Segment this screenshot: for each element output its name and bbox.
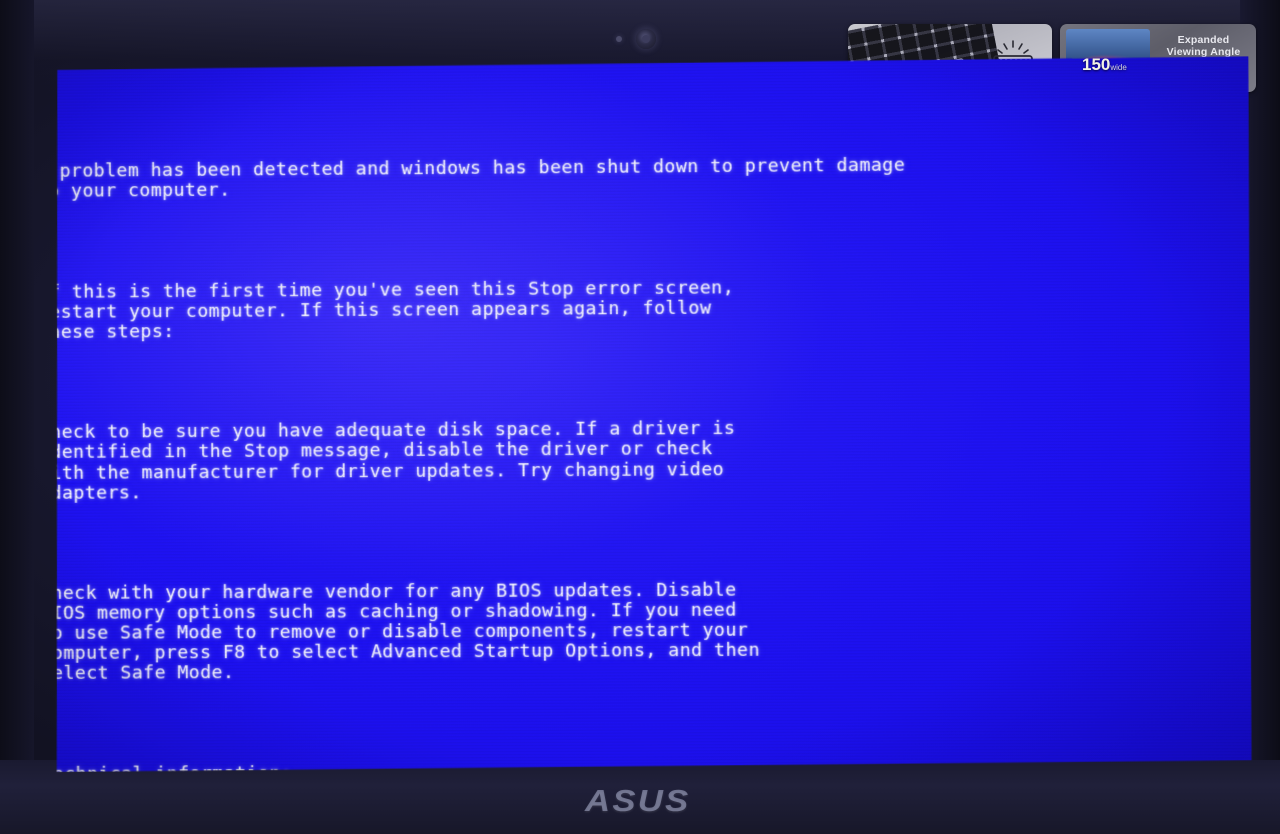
viewing-angle-degrees: 150wide — [1082, 55, 1127, 75]
asus-brand-logo: ASUS — [585, 783, 691, 818]
viewing-angle-title: Expanded Viewing Angle — [1166, 34, 1241, 58]
bsod-paragraph-intro: A problem has been detected and windows … — [37, 153, 1254, 202]
bsod-line: select Safe Mode. — [40, 662, 235, 685]
webcam-lens-icon — [636, 29, 656, 49]
viewing-angle-degrees-value: 150 — [1082, 55, 1111, 74]
bsod-paragraph-bios: Check with your hardware vendor for any … — [40, 578, 1254, 685]
bsod-paragraph-disk-space: Check to be sure you have adequate disk … — [39, 416, 1254, 504]
bezel-left-edge — [0, 0, 34, 834]
viewing-angle-degrees-unit: wide — [1110, 63, 1127, 72]
camera-indicator-led-icon — [616, 36, 622, 42]
bsod-screen: A problem has been detected and windows … — [22, 56, 1254, 772]
laptop-photo: 150wide Expanded Viewing Angle 150°/95°/… — [0, 0, 1280, 834]
bsod-message-text: A problem has been detected and windows … — [36, 92, 1254, 772]
bsod-paragraph-first-time: If this is the first time you've seen th… — [38, 274, 1254, 342]
webcam-assembly — [614, 26, 694, 52]
